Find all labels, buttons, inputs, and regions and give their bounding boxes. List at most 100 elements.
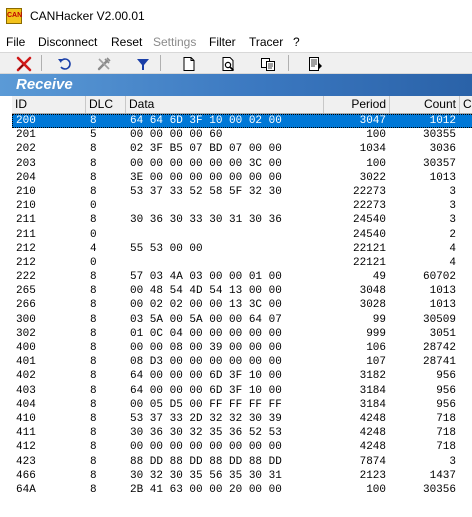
- cell-id: 64A: [16, 483, 36, 496]
- table-row[interactable]: 212 4 55 53 00 00 22121 4: [12, 242, 472, 256]
- col-header-data[interactable]: Data: [126, 96, 324, 113]
- table-row[interactable]: 203 8 00 00 00 00 00 00 3C 00 100 30357: [12, 157, 472, 171]
- cell-id: 410: [16, 412, 36, 425]
- cell-period: 3048: [359, 285, 386, 298]
- cell-id: 400: [16, 342, 36, 354]
- cell-data: 3E 00 00 00 00 00 00 00: [130, 171, 282, 184]
- cell-period: 999: [366, 327, 386, 340]
- table-row[interactable]: 400 8 00 00 08 00 39 00 00 00 106 28742: [12, 341, 472, 355]
- cell-period: 22121: [352, 242, 386, 255]
- table-row[interactable]: 211 0 24540 2: [12, 228, 472, 242]
- cell-count: 1013: [429, 285, 456, 298]
- receive-grid[interactable]: ID DLC Data Period Count C 200 8 64 64 6D …: [12, 96, 472, 517]
- cell-data: 00 48 54 4D 54 13 00 00: [130, 285, 282, 298]
- filter-icon[interactable]: [131, 54, 155, 73]
- cell-dlc: 8: [90, 412, 97, 425]
- col-header-dlc[interactable]: DLC: [86, 96, 126, 113]
- cell-period: 1034: [359, 143, 386, 156]
- table-row[interactable]: 210 0 22273 3: [12, 199, 472, 213]
- cell-period: 3182: [359, 370, 386, 383]
- cell-count: 3: [449, 455, 456, 468]
- table-row[interactable]: 222 8 57 03 4A 03 00 00 01 00 49 60702: [12, 270, 472, 284]
- reset-icon[interactable]: [52, 54, 76, 73]
- table-row[interactable]: 402 8 64 00 00 00 6D 3F 10 00 3182 956: [12, 369, 472, 383]
- table-row[interactable]: 412 8 00 00 00 00 00 00 00 00 4248 718: [12, 440, 472, 454]
- menu-filter[interactable]: Filter: [209, 35, 236, 49]
- cell-data: 00 02 02 00 00 13 3C 00: [130, 299, 282, 312]
- cell-dlc: 8: [90, 285, 97, 298]
- cell-period: 3047: [359, 115, 386, 127]
- cell-dlc: 8: [90, 455, 97, 468]
- cell-data: 00 00 00 00 60: [130, 129, 223, 142]
- cell-dlc: 8: [90, 115, 97, 127]
- table-row[interactable]: 265 8 00 48 54 4D 54 13 00 00 3048 1013: [12, 284, 472, 298]
- cell-data: 2B 41 63 00 00 20 00 00: [130, 483, 282, 496]
- table-row[interactable]: 210 8 53 37 33 52 58 5F 32 30 22273 3: [12, 185, 472, 199]
- cell-dlc: 8: [90, 370, 97, 383]
- col-header-count[interactable]: Count: [390, 96, 460, 113]
- table-row[interactable]: 410 8 53 37 33 2D 32 32 30 39 4248 718: [12, 412, 472, 426]
- toolbar: [0, 52, 472, 74]
- settings-icon[interactable]: [92, 54, 116, 73]
- menu-settings[interactable]: Settings: [153, 35, 196, 49]
- col-header-id[interactable]: ID: [12, 96, 86, 113]
- table-row[interactable]: 212 0 22121 4: [12, 256, 472, 270]
- cell-data: 30 32 30 35 56 35 30 31: [130, 469, 282, 482]
- cell-period: 24540: [352, 228, 386, 241]
- col-header-extra[interactable]: C: [460, 96, 472, 113]
- table-row[interactable]: 201 5 00 00 00 00 60 100 30355: [12, 128, 472, 142]
- menu-tracer[interactable]: Tracer: [249, 35, 283, 49]
- table-row[interactable]: 302 8 01 0C 04 00 00 00 00 00 999 3051: [12, 327, 472, 341]
- table-row[interactable]: 200 8 64 64 6D 3F 10 00 02 00 3047 1012: [12, 114, 472, 129]
- table-row[interactable]: 401 8 08 D3 00 00 00 00 00 00 107 28741: [12, 355, 472, 369]
- cell-dlc: 8: [90, 143, 97, 156]
- cell-count: 28742: [422, 342, 456, 354]
- cell-count: 4: [449, 242, 456, 255]
- table-row[interactable]: 266 8 00 02 02 00 00 13 3C 00 3028 1013: [12, 298, 472, 312]
- cell-data: 64 00 00 00 6D 3F 10 00: [130, 370, 282, 383]
- cell-dlc: 8: [90, 299, 97, 312]
- cell-id: 201: [16, 129, 36, 142]
- table-row[interactable]: 403 8 64 00 00 00 6D 3F 10 00 3184 956: [12, 384, 472, 398]
- col-header-period[interactable]: Period: [324, 96, 390, 113]
- table-row[interactable]: 300 8 03 5A 00 5A 00 00 64 07 99 30509: [12, 313, 472, 327]
- disconnect-icon[interactable]: [12, 54, 36, 73]
- table-row[interactable]: 411 8 30 36 30 32 35 36 52 53 4248 718: [12, 426, 472, 440]
- cell-dlc: 8: [90, 185, 97, 198]
- menu-disconnect[interactable]: Disconnect: [38, 35, 97, 49]
- table-row[interactable]: 466 8 30 32 30 35 56 35 30 31 2123 1437: [12, 469, 472, 483]
- print-preview-icon[interactable]: [217, 54, 241, 73]
- cell-data: 00 00 00 00 00 00 00 00: [130, 441, 282, 454]
- cell-id: 266: [16, 299, 36, 312]
- new-document-icon[interactable]: [177, 54, 201, 73]
- cell-dlc: 8: [90, 171, 97, 184]
- cell-count: 28741: [422, 356, 456, 369]
- cell-data: 00 00 08 00 39 00 00 00: [130, 342, 282, 354]
- menu-file[interactable]: File: [6, 35, 25, 49]
- menu-reset[interactable]: Reset: [111, 35, 142, 49]
- cell-dlc: 8: [90, 427, 97, 440]
- export-icon[interactable]: [303, 54, 327, 73]
- cell-period: 99: [372, 313, 386, 326]
- app-icon: CAN: [6, 8, 22, 24]
- table-row[interactable]: 202 8 02 3F B5 07 BD 07 00 00 1034 3036: [12, 142, 472, 156]
- cell-period: 106: [366, 342, 386, 354]
- cell-count: 1013: [429, 299, 456, 312]
- menu-help[interactable]: ?: [293, 35, 300, 49]
- cell-dlc: 0: [90, 228, 97, 241]
- window-title: CANHacker V2.00.01: [30, 9, 145, 23]
- cell-period: 22273: [352, 185, 386, 198]
- cell-id: 411: [16, 427, 36, 440]
- cell-count: 1013: [429, 171, 456, 184]
- table-row[interactable]: 204 8 3E 00 00 00 00 00 00 00 3022 1013: [12, 171, 472, 185]
- copy-icon[interactable]: [256, 54, 280, 73]
- table-row[interactable]: 404 8 00 05 D5 00 FF FF FF FF 3184 956: [12, 398, 472, 412]
- table-row[interactable]: 211 8 30 36 30 33 30 31 30 36 24540 3: [12, 213, 472, 227]
- cell-dlc: 5: [90, 129, 97, 142]
- cell-dlc: 8: [90, 384, 97, 397]
- cell-count: 3: [449, 200, 456, 213]
- cell-dlc: 8: [90, 327, 97, 340]
- table-row[interactable]: 423 8 88 DD 88 DD 88 DD 88 DD 7874 3: [12, 455, 472, 469]
- cell-id: 404: [16, 398, 36, 411]
- table-row[interactable]: 64A 8 2B 41 63 00 00 20 00 00 100 30356: [12, 483, 472, 497]
